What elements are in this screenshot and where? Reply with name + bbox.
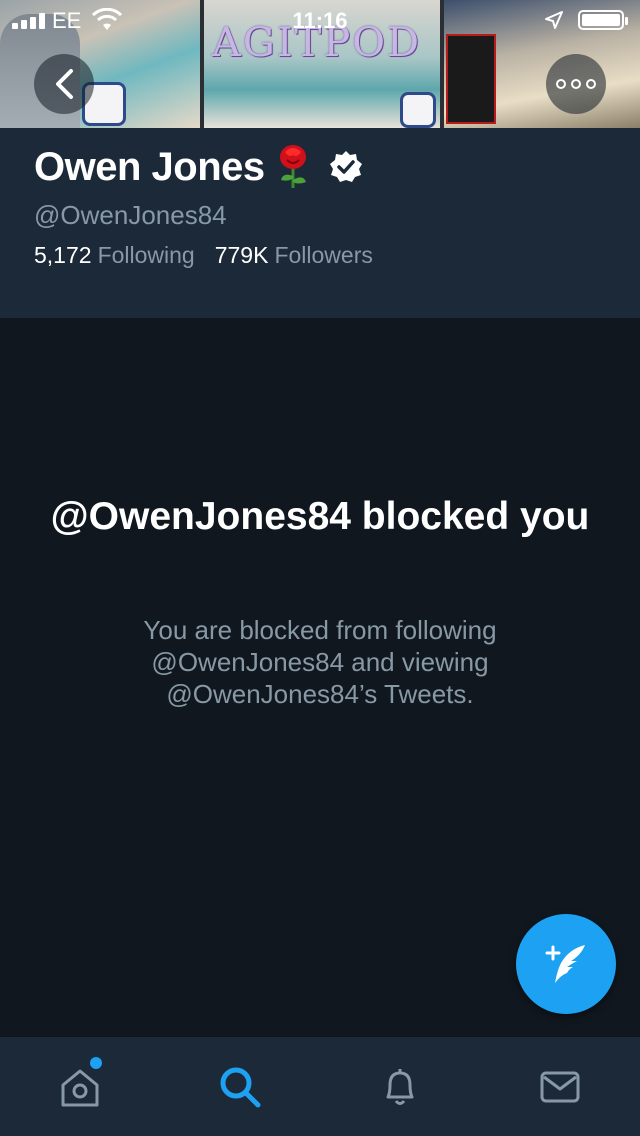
profile-name: Owen Jones: [34, 144, 265, 189]
home-icon: [61, 1069, 99, 1107]
book-figure: [446, 34, 496, 124]
tab-messages[interactable]: [536, 1063, 584, 1111]
profile-stats: 5,172 Following 779K Followers: [34, 242, 373, 269]
tab-home[interactable]: [56, 1063, 104, 1111]
status-bar: EE 11:16: [0, 0, 640, 40]
profile-handle: @OwenJones84: [34, 200, 227, 230]
rose-emoji-icon: [279, 145, 306, 188]
mug-figure: [400, 92, 436, 128]
search-icon: [220, 1067, 261, 1108]
profile-header: Owen Jones @OwenJones84 5,172 Following 7…: [0, 128, 640, 318]
following-stat[interactable]: 5,172 Following: [34, 242, 195, 269]
more-dots-icon: [556, 79, 596, 89]
more-options-button[interactable]: [546, 54, 606, 114]
mail-icon: [540, 1071, 580, 1103]
blocked-title: @OwenJones84 blocked you: [50, 495, 590, 538]
following-count: 5,172: [34, 242, 92, 268]
verified-badge-icon: [329, 151, 362, 182]
following-label: Following: [97, 242, 195, 268]
home-notification-dot: [90, 1057, 102, 1069]
profile-name-row: Owen Jones: [34, 144, 363, 190]
location-arrow-icon: [545, 11, 563, 29]
followers-count: 779K: [214, 242, 269, 268]
chevron-left-icon: [56, 69, 73, 99]
followers-label: Followers: [274, 242, 373, 268]
back-button[interactable]: [34, 54, 94, 114]
bell-icon: [386, 1069, 414, 1105]
followers-stat[interactable]: 779K Followers: [215, 242, 373, 269]
compose-tweet-button[interactable]: [516, 914, 616, 1014]
blocked-description: You are blocked from following @OwenJone…: [143, 615, 497, 709]
bottom-tab-bar: [0, 1036, 640, 1136]
tab-notifications[interactable]: [376, 1063, 424, 1111]
battery-icon: [578, 10, 628, 30]
compose-feather-icon: [545, 945, 585, 983]
tab-search[interactable]: [216, 1063, 264, 1111]
